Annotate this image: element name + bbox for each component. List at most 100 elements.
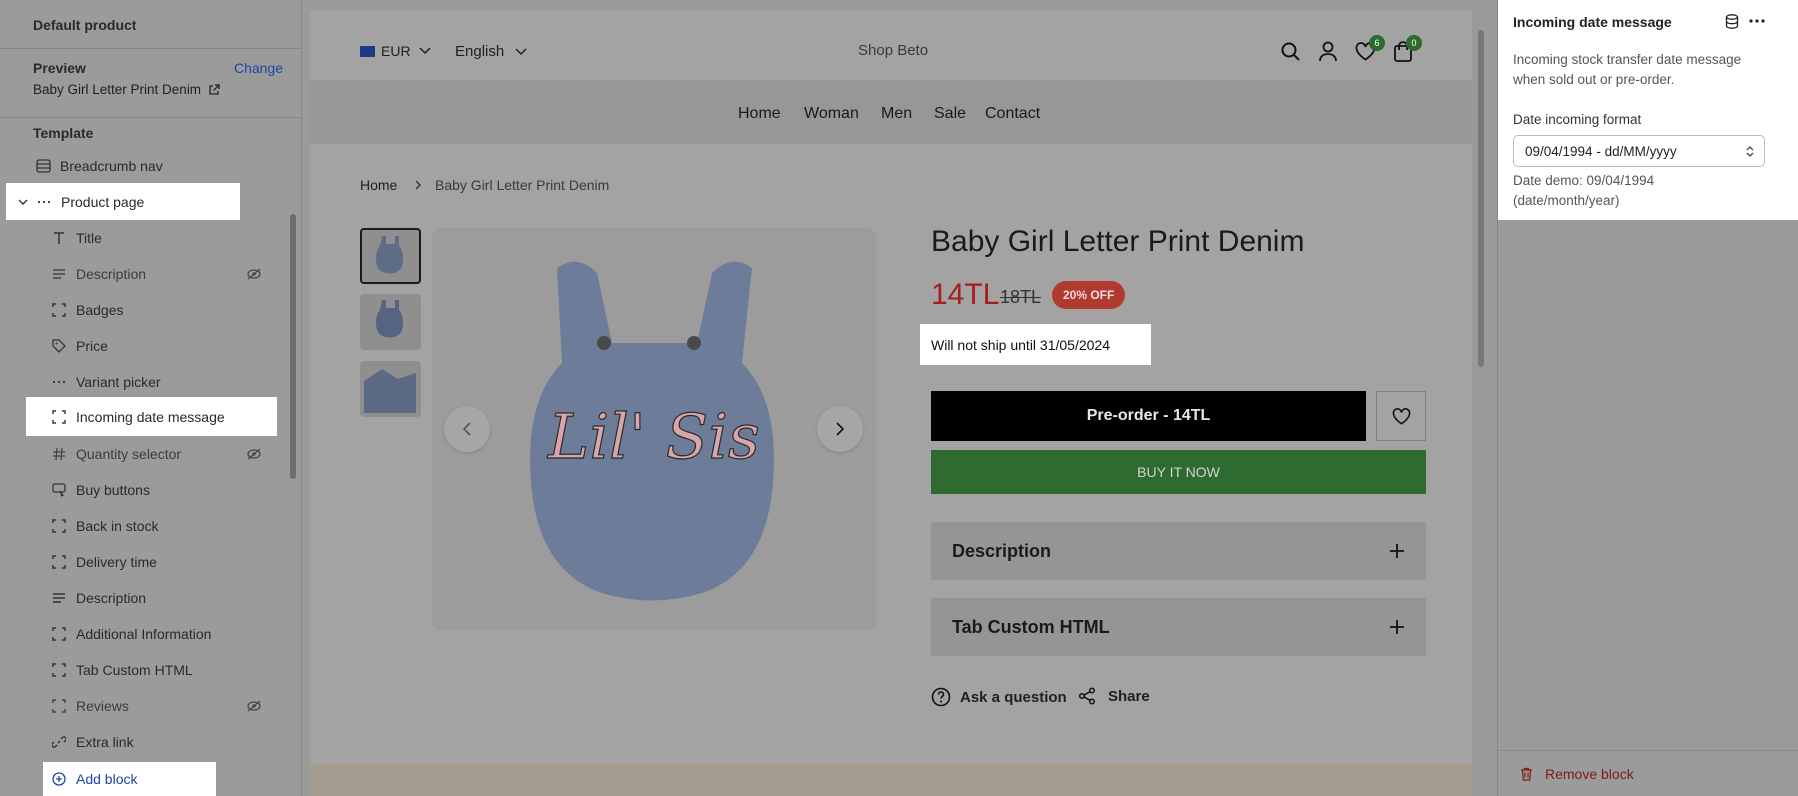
theme-editor-sidebar: Default product Preview Change Baby Girl… [0, 0, 302, 796]
sidebar-item-tab-custom-html[interactable]: Tab Custom HTML [51, 652, 271, 688]
chevron-right-icon [415, 180, 421, 190]
denim-romper-image: Lil' Sis [530, 261, 774, 601]
account-icon[interactable] [1318, 41, 1338, 62]
question-circle-icon [931, 687, 951, 707]
sidebar-item-title[interactable]: Title [51, 220, 271, 256]
section-icon [35, 158, 51, 174]
tag-icon [51, 338, 67, 354]
sidebar-item-label: Description [76, 590, 147, 606]
sidebar-item-quantity-selector[interactable]: Quantity selector [51, 436, 271, 472]
sidebar-item-label: Buy buttons [76, 482, 150, 498]
currency-selector[interactable]: EUR [360, 43, 431, 59]
previous-image-button[interactable] [444, 406, 490, 452]
sidebar-item-reviews[interactable]: Reviews [51, 688, 271, 724]
accordion-description[interactable]: Description [931, 522, 1426, 580]
breadcrumb-home[interactable]: Home [360, 177, 397, 193]
sidebar-item-price[interactable]: Price [51, 328, 271, 364]
breadcrumb-current: Baby Girl Letter Print Denim [435, 177, 610, 193]
sidebar-item-description[interactable]: Description [51, 256, 271, 292]
product-thumbnail[interactable] [360, 361, 421, 417]
sidebar-item-variant-picker[interactable]: Variant picker [51, 364, 271, 400]
accordion-title: Description [952, 540, 1052, 561]
buy-it-now-button[interactable]: BUY IT NOW [931, 450, 1426, 494]
preview-label: Preview [33, 60, 86, 76]
wishlist-count-badge: 6 [1369, 35, 1385, 51]
language-selector[interactable]: English [455, 43, 527, 60]
share-label: Share [1108, 687, 1150, 705]
share-icon [1078, 687, 1096, 705]
sidebar-item-badges[interactable]: Badges [51, 292, 271, 328]
more-options-icon[interactable] [1749, 19, 1765, 23]
template-label: Template [33, 125, 94, 141]
sidebar-scrollbar[interactable] [290, 214, 296, 479]
sidebar-item-label: Back in stock [76, 518, 159, 534]
discount-badge: 20% OFF [1052, 281, 1126, 309]
sidebar-item-delivery-time[interactable]: Delivery time [51, 544, 271, 580]
accordion-title: Tab Custom HTML [952, 616, 1110, 637]
preview-product-name: Baby Girl Letter Print Denim [33, 82, 202, 97]
accordion-tab-custom-html[interactable]: Tab Custom HTML [931, 598, 1426, 656]
nav-contact[interactable]: Contact [985, 105, 1040, 123]
chevron-down-icon[interactable] [18, 197, 28, 207]
chevron-down-icon [419, 47, 431, 55]
date-format-select[interactable]: 09/04/1994 - dd/MM/yyyy [1513, 135, 1765, 167]
divider [0, 117, 301, 118]
hidden-eye-icon[interactable] [247, 699, 261, 715]
hidden-eye-icon[interactable] [247, 447, 261, 463]
next-image-button[interactable] [817, 406, 863, 452]
product-thumbnail[interactable] [360, 294, 421, 350]
format-label: Date incoming format [1513, 112, 1642, 127]
share-link[interactable]: Share [1078, 687, 1150, 705]
sidebar-item-buy-buttons[interactable]: Buy buttons [51, 472, 271, 508]
sidebar-item-extra-link[interactable]: Extra link [51, 724, 271, 760]
ask-question-link[interactable]: Ask a question [931, 687, 1067, 707]
nav-home[interactable]: Home [738, 105, 781, 123]
product-thumbnail[interactable] [360, 228, 421, 284]
sidebar-item-description-2[interactable]: Description [51, 580, 271, 616]
trash-icon [1521, 767, 1532, 781]
romper-back-thumbnail-image [376, 300, 403, 338]
preview-scrollbar[interactable] [1478, 30, 1484, 367]
template-name: Default product [33, 17, 137, 33]
heart-icon [1392, 407, 1410, 425]
sidebar-item-incoming-date-message[interactable]: Incoming date message [26, 397, 277, 436]
chevron-left-icon [462, 422, 471, 436]
sidebar-item-product-page[interactable]: Product page [6, 183, 240, 220]
nav-woman[interactable]: Woman [804, 105, 859, 123]
sidebar-item-label: Price [76, 338, 108, 354]
product-main-image[interactable]: Lil' Sis [432, 228, 876, 630]
add-block-label: Add block [76, 771, 138, 787]
plus-icon [1390, 620, 1404, 634]
product-title: Baby Girl Letter Print Denim [931, 225, 1305, 258]
add-block-button[interactable]: Add block [43, 762, 216, 796]
database-icon[interactable] [1725, 14, 1739, 29]
footer-preview [310, 764, 1472, 796]
currency-value: EUR [381, 43, 411, 59]
preview-product[interactable]: Baby Girl Letter Print Denim [33, 82, 220, 97]
shop-logo[interactable]: Shop Beto [858, 42, 928, 59]
preorder-button[interactable]: Pre-order - 14TL [931, 391, 1366, 441]
sidebar-item-breadcrumb-nav[interactable]: Breadcrumb nav [35, 148, 235, 184]
search-icon[interactable] [1281, 42, 1301, 62]
settings-card: Incoming date message Incoming stock tra… [1498, 0, 1798, 220]
sidebar-item-label: Delivery time [76, 554, 157, 570]
block-icon [51, 662, 67, 678]
nav-sale[interactable]: Sale [934, 105, 966, 123]
sidebar-item-label: Badges [76, 302, 124, 318]
incoming-date-message: Will not ship until 31/05/2024 [920, 324, 1151, 365]
add-to-wishlist-button[interactable] [1376, 391, 1426, 441]
sidebar-item-back-in-stock[interactable]: Back in stock [51, 508, 271, 544]
romper-detail-thumbnail-image [364, 369, 416, 413]
panel-description: Incoming stock transfer date message whe… [1513, 52, 1742, 87]
sidebar-item-label: Variant picker [76, 374, 161, 390]
change-preview-link[interactable]: Change [234, 60, 283, 76]
nav-men[interactable]: Men [881, 105, 912, 123]
hidden-eye-icon[interactable] [247, 267, 261, 283]
sidebar-item-label: Breadcrumb nav [60, 158, 163, 174]
cursor-icon [51, 482, 67, 498]
dots-icon [51, 374, 67, 390]
remove-block-button[interactable]: Remove block [1498, 750, 1798, 796]
sidebar-item-additional-information[interactable]: Additional Information [51, 616, 271, 652]
block-settings-panel: Incoming date message Incoming stock tra… [1497, 0, 1798, 796]
remove-block-label: Remove block [1545, 765, 1634, 782]
